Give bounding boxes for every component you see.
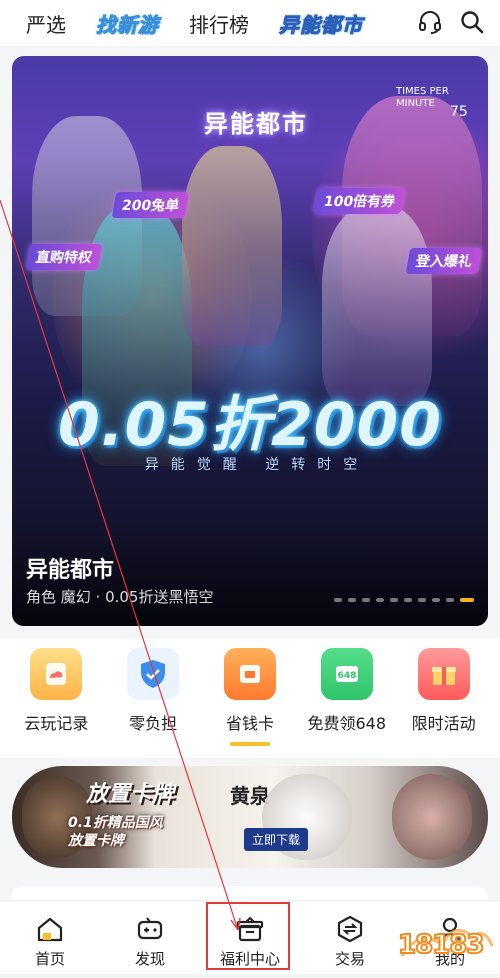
highlight-box	[206, 902, 290, 970]
watermark-text: 18183	[397, 929, 485, 961]
annotation-arrow	[0, 199, 241, 931]
